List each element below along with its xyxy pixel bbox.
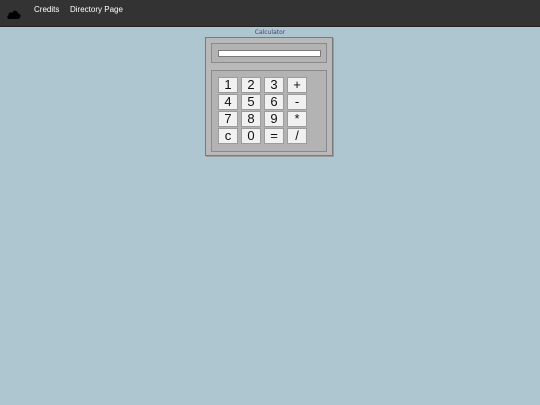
key-8-button[interactable]: 8 [241, 111, 261, 127]
key-divide-button[interactable]: / [287, 128, 307, 144]
nav-link-directory-page[interactable]: Directory Page [70, 5, 123, 15]
navbar: Credits Directory Page [0, 0, 540, 27]
key-clear-button[interactable]: c [218, 128, 238, 144]
key-1-button[interactable]: 1 [218, 77, 238, 93]
nav-link-credits[interactable]: Credits [34, 5, 59, 15]
calculator-title: Calculator [254, 29, 286, 36]
calculator-display-input[interactable] [218, 50, 321, 57]
key-add-button[interactable]: + [287, 77, 307, 93]
key-3-button[interactable]: 3 [264, 77, 284, 93]
key-equals-button[interactable]: = [264, 128, 284, 144]
key-2-button[interactable]: 2 [241, 77, 261, 93]
calculator: 1 2 3 + 4 5 6 - 7 8 9 * c 0 = / [205, 37, 333, 156]
cloud-icon[interactable] [6, 7, 22, 19]
key-subtract-button[interactable]: - [287, 94, 307, 110]
key-0-button[interactable]: 0 [241, 128, 261, 144]
key-6-button[interactable]: 6 [264, 94, 284, 110]
key-9-button[interactable]: 9 [264, 111, 284, 127]
key-5-button[interactable]: 5 [241, 94, 261, 110]
display-panel [211, 43, 327, 63]
keypad: 1 2 3 + 4 5 6 - 7 8 9 * c 0 = / [211, 70, 327, 152]
key-4-button[interactable]: 4 [218, 94, 238, 110]
key-multiply-button[interactable]: * [287, 111, 307, 127]
key-7-button[interactable]: 7 [218, 111, 238, 127]
